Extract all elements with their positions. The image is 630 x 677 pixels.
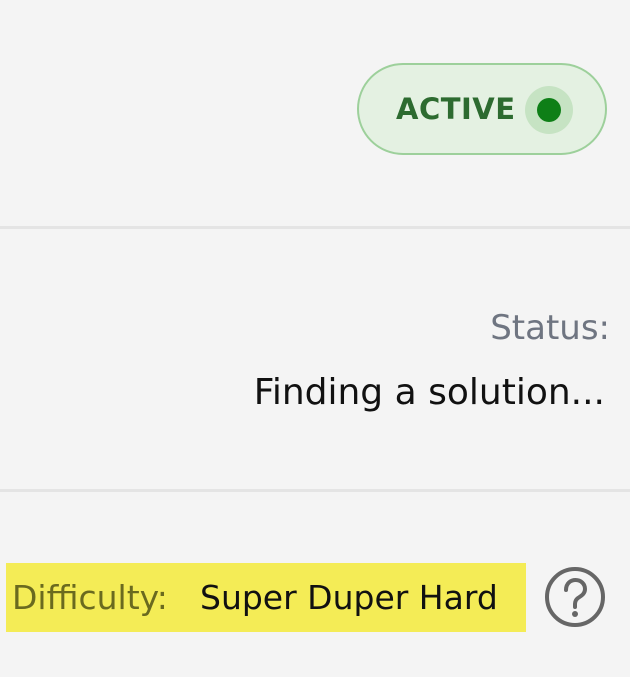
active-indicator-icon	[525, 86, 573, 134]
divider-top	[0, 226, 630, 229]
difficulty-value: Super Duper Hard	[200, 578, 498, 617]
status-value: Finding a solution...	[253, 372, 605, 413]
status-label: Status:	[490, 308, 610, 348]
question-circle-icon[interactable]	[544, 566, 606, 628]
difficulty-highlight: Difficulty: Super Duper Hard	[6, 563, 526, 632]
active-status-label: ACTIVE	[396, 92, 516, 126]
active-status-badge: ACTIVE	[357, 63, 607, 155]
active-indicator-dot	[537, 98, 561, 122]
difficulty-label: Difficulty:	[12, 578, 168, 617]
divider-bottom	[0, 489, 630, 492]
question-circle-svg	[545, 567, 605, 627]
page: ACTIVE Status: Finding a solution... Dif…	[0, 0, 630, 677]
